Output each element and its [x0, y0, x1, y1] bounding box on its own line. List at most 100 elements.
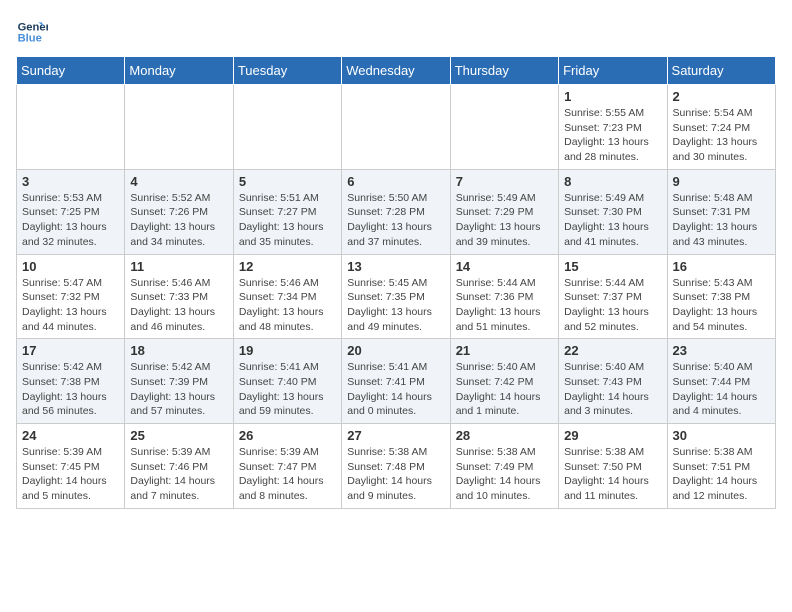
day-number: 18 — [130, 343, 227, 358]
calendar-cell: 17 Sunrise: 5:42 AM Sunset: 7:38 PM Dayli… — [17, 339, 125, 424]
day-number: 23 — [673, 343, 770, 358]
calendar-cell: 27 Sunrise: 5:38 AM Sunset: 7:48 PM Dayli… — [342, 424, 450, 509]
day-number: 8 — [564, 174, 661, 189]
calendar-cell: 21Sunrise: 5:40 AM Sunset: 7:42 PM Dayli… — [450, 339, 558, 424]
week-row-2: 3 Sunrise: 5:53 AM Sunset: 7:25 PM Daylig… — [17, 169, 776, 254]
day-number: 1 — [564, 89, 661, 104]
day-header-monday: Monday — [125, 57, 233, 85]
calendar-cell — [450, 85, 558, 170]
day-info: Sunrise: 5:40 AM Sunset: 7:43 PM Dayligh… — [564, 360, 661, 419]
day-info: Sunrise: 5:38 AM Sunset: 7:49 PM Dayligh… — [456, 445, 553, 504]
day-info: Sunrise: 5:46 AM Sunset: 7:34 PM Dayligh… — [239, 276, 336, 335]
calendar-cell: 25 Sunrise: 5:39 AM Sunset: 7:46 PM Dayli… — [125, 424, 233, 509]
day-number: 12 — [239, 259, 336, 274]
calendar-cell — [125, 85, 233, 170]
day-number: 24 — [22, 428, 119, 443]
day-info: Sunrise: 5:39 AM Sunset: 7:47 PM Dayligh… — [239, 445, 336, 504]
day-number: 2 — [673, 89, 770, 104]
week-row-3: 10 Sunrise: 5:47 AM Sunset: 7:32 PM Dayli… — [17, 254, 776, 339]
calendar-cell: 30Sunrise: 5:38 AM Sunset: 7:51 PM Dayli… — [667, 424, 775, 509]
day-info: Sunrise: 5:38 AM Sunset: 7:50 PM Dayligh… — [564, 445, 661, 504]
day-number: 11 — [130, 259, 227, 274]
day-info: Sunrise: 5:38 AM Sunset: 7:51 PM Dayligh… — [673, 445, 770, 504]
calendar-cell: 20 Sunrise: 5:41 AM Sunset: 7:41 PM Dayli… — [342, 339, 450, 424]
day-info: Sunrise: 5:44 AM Sunset: 7:36 PM Dayligh… — [456, 276, 553, 335]
calendar: SundayMondayTuesdayWednesdayThursdayFrid… — [16, 56, 776, 509]
day-info: Sunrise: 5:49 AM Sunset: 7:29 PM Dayligh… — [456, 191, 553, 250]
day-info: Sunrise: 5:42 AM Sunset: 7:39 PM Dayligh… — [130, 360, 227, 419]
day-header-saturday: Saturday — [667, 57, 775, 85]
calendar-cell: 28 Sunrise: 5:38 AM Sunset: 7:49 PM Dayli… — [450, 424, 558, 509]
day-number: 4 — [130, 174, 227, 189]
day-info: Sunrise: 5:51 AM Sunset: 7:27 PM Dayligh… — [239, 191, 336, 250]
day-header-wednesday: Wednesday — [342, 57, 450, 85]
day-info: Sunrise: 5:49 AM Sunset: 7:30 PM Dayligh… — [564, 191, 661, 250]
day-number: 13 — [347, 259, 444, 274]
day-info: Sunrise: 5:54 AM Sunset: 7:24 PM Dayligh… — [673, 106, 770, 165]
header: General Blue — [16, 16, 776, 48]
day-number: 25 — [130, 428, 227, 443]
day-info: Sunrise: 5:45 AM Sunset: 7:35 PM Dayligh… — [347, 276, 444, 335]
calendar-cell: 13 Sunrise: 5:45 AM Sunset: 7:35 PM Dayli… — [342, 254, 450, 339]
day-info: Sunrise: 5:39 AM Sunset: 7:45 PM Dayligh… — [22, 445, 119, 504]
day-number: 3 — [22, 174, 119, 189]
calendar-cell: 8 Sunrise: 5:49 AM Sunset: 7:30 PM Daylig… — [559, 169, 667, 254]
day-number: 20 — [347, 343, 444, 358]
calendar-cell: 1Sunrise: 5:55 AM Sunset: 7:23 PM Daylig… — [559, 85, 667, 170]
day-info: Sunrise: 5:42 AM Sunset: 7:38 PM Dayligh… — [22, 360, 119, 419]
day-info: Sunrise: 5:46 AM Sunset: 7:33 PM Dayligh… — [130, 276, 227, 335]
calendar-cell: 2 Sunrise: 5:54 AM Sunset: 7:24 PM Daylig… — [667, 85, 775, 170]
day-number: 9 — [673, 174, 770, 189]
day-number: 29 — [564, 428, 661, 443]
day-header-friday: Friday — [559, 57, 667, 85]
day-number: 6 — [347, 174, 444, 189]
day-number: 27 — [347, 428, 444, 443]
day-info: Sunrise: 5:52 AM Sunset: 7:26 PM Dayligh… — [130, 191, 227, 250]
svg-text:Blue: Blue — [18, 33, 42, 45]
calendar-header-row: SundayMondayTuesdayWednesdayThursdayFrid… — [17, 57, 776, 85]
svg-text:General: General — [18, 21, 48, 33]
week-row-1: 1Sunrise: 5:55 AM Sunset: 7:23 PM Daylig… — [17, 85, 776, 170]
day-number: 17 — [22, 343, 119, 358]
calendar-cell: 23Sunrise: 5:40 AM Sunset: 7:44 PM Dayli… — [667, 339, 775, 424]
day-number: 14 — [456, 259, 553, 274]
calendar-cell: 4 Sunrise: 5:52 AM Sunset: 7:26 PM Daylig… — [125, 169, 233, 254]
day-info: Sunrise: 5:47 AM Sunset: 7:32 PM Dayligh… — [22, 276, 119, 335]
week-row-5: 24 Sunrise: 5:39 AM Sunset: 7:45 PM Dayli… — [17, 424, 776, 509]
day-number: 22 — [564, 343, 661, 358]
day-number: 10 — [22, 259, 119, 274]
calendar-cell: 3 Sunrise: 5:53 AM Sunset: 7:25 PM Daylig… — [17, 169, 125, 254]
day-header-tuesday: Tuesday — [233, 57, 341, 85]
day-number: 7 — [456, 174, 553, 189]
day-info: Sunrise: 5:38 AM Sunset: 7:48 PM Dayligh… — [347, 445, 444, 504]
calendar-cell: 10 Sunrise: 5:47 AM Sunset: 7:32 PM Dayli… — [17, 254, 125, 339]
day-number: 28 — [456, 428, 553, 443]
day-info: Sunrise: 5:39 AM Sunset: 7:46 PM Dayligh… — [130, 445, 227, 504]
day-info: Sunrise: 5:44 AM Sunset: 7:37 PM Dayligh… — [564, 276, 661, 335]
day-number: 16 — [673, 259, 770, 274]
calendar-cell — [342, 85, 450, 170]
day-number: 26 — [239, 428, 336, 443]
calendar-cell: 29 Sunrise: 5:38 AM Sunset: 7:50 PM Dayli… — [559, 424, 667, 509]
calendar-cell: 24 Sunrise: 5:39 AM Sunset: 7:45 PM Dayli… — [17, 424, 125, 509]
day-info: Sunrise: 5:50 AM Sunset: 7:28 PM Dayligh… — [347, 191, 444, 250]
calendar-cell: 19 Sunrise: 5:41 AM Sunset: 7:40 PM Dayli… — [233, 339, 341, 424]
day-info: Sunrise: 5:40 AM Sunset: 7:42 PM Dayligh… — [456, 360, 553, 419]
day-info: Sunrise: 5:43 AM Sunset: 7:38 PM Dayligh… — [673, 276, 770, 335]
day-info: Sunrise: 5:41 AM Sunset: 7:41 PM Dayligh… — [347, 360, 444, 419]
calendar-cell: 5 Sunrise: 5:51 AM Sunset: 7:27 PM Daylig… — [233, 169, 341, 254]
logo: General Blue — [16, 16, 52, 48]
calendar-cell: 18 Sunrise: 5:42 AM Sunset: 7:39 PM Dayli… — [125, 339, 233, 424]
day-number: 19 — [239, 343, 336, 358]
calendar-cell — [233, 85, 341, 170]
day-header-sunday: Sunday — [17, 57, 125, 85]
calendar-cell: 14 Sunrise: 5:44 AM Sunset: 7:36 PM Dayli… — [450, 254, 558, 339]
logo-icon: General Blue — [16, 16, 48, 48]
calendar-cell: 6 Sunrise: 5:50 AM Sunset: 7:28 PM Daylig… — [342, 169, 450, 254]
calendar-cell — [17, 85, 125, 170]
calendar-cell: 9Sunrise: 5:48 AM Sunset: 7:31 PM Daylig… — [667, 169, 775, 254]
day-number: 5 — [239, 174, 336, 189]
day-info: Sunrise: 5:41 AM Sunset: 7:40 PM Dayligh… — [239, 360, 336, 419]
calendar-cell: 7 Sunrise: 5:49 AM Sunset: 7:29 PM Daylig… — [450, 169, 558, 254]
day-info: Sunrise: 5:53 AM Sunset: 7:25 PM Dayligh… — [22, 191, 119, 250]
